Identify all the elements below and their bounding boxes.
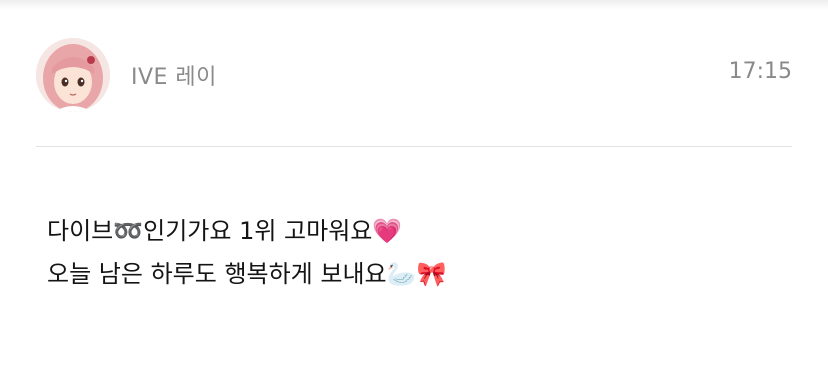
avatar-illustration: [36, 38, 110, 112]
avatar[interactable]: [36, 38, 110, 112]
timestamp: 17:15: [728, 59, 792, 84]
sender-name: IVE 레이: [131, 65, 217, 90]
message-line: 오늘 남은 하루도 행복하게 보내요🦢🎀: [47, 260, 447, 288]
message-line: 다이브➿인기가요 1위 고마워요💗: [47, 217, 403, 245]
message-body: 다이브➿인기가요 1위 고마워요💗 오늘 남은 하루도 행복하게 보내요🦢🎀: [47, 210, 787, 296]
top-shadow: [0, 0, 828, 10]
divider: [36, 146, 792, 147]
